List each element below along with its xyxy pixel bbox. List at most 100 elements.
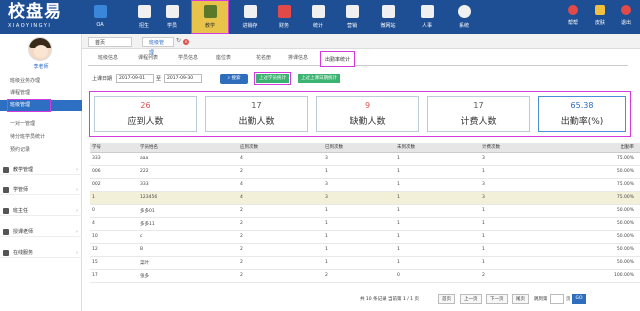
table-cell: 50.00% [560, 230, 640, 244]
nav-item-enroll[interactable]: 招生 [130, 0, 158, 34]
sidebar-group-label: 授课老师 [13, 229, 34, 235]
table-row[interactable]: 002 333 4 3 1 3 75.00% [90, 178, 640, 192]
tab-home[interactable]: 首页 [88, 37, 132, 47]
skin-button[interactable]: 皮肤 [588, 0, 612, 34]
sidebar-item-course-manage[interactable]: 课程管理 [10, 89, 30, 96]
table-cell: 1 [480, 165, 560, 179]
sidebar-group-academic-advisor[interactable]: 学管师 › [0, 185, 82, 195]
table-row[interactable]: 333 aaa 4 3 1 3 75.00% [90, 152, 640, 166]
sidebar-item-reservations[interactable]: 预约记录 [10, 146, 30, 153]
logout-button[interactable]: 退出 [614, 0, 638, 34]
page-tabs-bar: 首页 班级管理 ↻ × [82, 34, 640, 56]
sidebar-item-pending-stats[interactable]: 待分班学员统计 [10, 133, 45, 140]
date-stats-button[interactable]: 上过上课日期统计 [298, 74, 340, 83]
stat-card-expected: 26 应到人数 [94, 96, 197, 132]
table-cell: 1 [395, 152, 480, 166]
tab-course-list[interactable]: 课程列表 [138, 54, 158, 61]
column-header[interactable]: 应到次数 [238, 143, 323, 153]
table-cell: 10 [90, 230, 138, 244]
table-row[interactable]: 0 多多01 2 1 1 1 50.00% [90, 204, 640, 218]
student-stats-button[interactable]: 上过学员统计 [254, 72, 291, 85]
tab-class-info[interactable]: 班级信息 [98, 54, 118, 61]
tab-attendance-stats[interactable]: 出勤率统计 [320, 51, 356, 67]
go-button[interactable]: GO [572, 294, 586, 304]
stat-card-absent: 9 缺勤人数 [316, 96, 419, 132]
tab-class-manage[interactable]: 班级管理 [142, 37, 174, 56]
table-row[interactable]: 15 菜叶 2 1 1 1 50.00% [90, 256, 640, 270]
first-page-button[interactable]: 首页 [438, 294, 455, 304]
table-cell: 1 [323, 204, 395, 218]
table-cell: 50.00% [560, 243, 640, 257]
nav-item-student[interactable]: 学员 [158, 0, 186, 34]
chevron-right-icon: › [76, 250, 78, 256]
sidebar-group-lecturer[interactable]: 授课老师 › [0, 227, 82, 237]
nav-item-stats[interactable]: 统计 [304, 0, 332, 34]
column-header[interactable]: 已到次数 [323, 143, 395, 153]
table-row[interactable]: 1 123456 4 3 1 3 75.00% [90, 191, 640, 205]
stat-card-attendance-rate: 65.38 出勤率(%) [538, 96, 626, 132]
table-cell: 多多11 [138, 217, 238, 231]
avatar[interactable] [28, 37, 52, 61]
nav-item-inventory[interactable]: 进销存 [234, 0, 266, 34]
tab-schedule[interactable]: 排课信息 [288, 54, 308, 61]
column-header[interactable]: 学员姓名 [138, 143, 238, 153]
close-icon[interactable]: × [183, 39, 189, 45]
table-cell: 1 [480, 204, 560, 218]
table-row[interactable]: 17 张多 2 2 0 2 100.00% [90, 269, 640, 283]
search-button[interactable]: ⌕ 搜索 [220, 74, 248, 84]
oa-icon [93, 5, 107, 18]
table-cell: 3 [323, 152, 395, 166]
page-number-input[interactable] [550, 294, 564, 304]
table-cell: 2 [238, 165, 323, 179]
sidebar-item-class-manage[interactable]: 班级管理 [0, 99, 82, 112]
date-to-input[interactable]: 2017-09-30 [164, 74, 202, 83]
refresh-icon[interactable]: ↻ [176, 37, 181, 44]
tab-seat-chart[interactable]: 座位表 [216, 54, 231, 61]
table-cell: 1 [395, 217, 480, 231]
highlight-box [7, 99, 51, 112]
column-header[interactable]: 未到次数 [395, 143, 480, 153]
table-cell: 75.00% [560, 191, 640, 205]
stat-label: 计费人数 [460, 117, 497, 127]
nav-item-hr[interactable]: 人事 [413, 0, 441, 34]
nav-item-label: 微网站 [380, 23, 396, 29]
sidebar-group-head-teacher[interactable]: 班主任 › [0, 206, 82, 216]
table-cell: 50.00% [560, 217, 640, 231]
next-page-button[interactable]: 下一页 [486, 294, 508, 304]
column-header[interactable]: 学号 [90, 143, 138, 153]
table-cell: 菜叶 [138, 256, 238, 270]
table-cell: 002 [90, 178, 138, 192]
column-header[interactable]: 计费次数 [480, 143, 560, 153]
sidebar-item-one-on-one[interactable]: 一对一管理 [10, 120, 35, 127]
help-button[interactable]: 帮帮 [560, 0, 586, 34]
nav-item-microsite[interactable]: 微网站 [372, 0, 404, 34]
stat-label: 缺勤人数 [349, 117, 386, 127]
column-header[interactable]: 出勤率 [560, 143, 640, 153]
nav-item-finance[interactable]: 财务 [270, 0, 298, 34]
table-row[interactable]: 10 c 2 1 1 1 50.00% [90, 230, 640, 244]
table-cell: 2 [238, 217, 323, 231]
tab-roster[interactable]: 花名册 [256, 54, 271, 61]
nav-item-oa[interactable]: OA [86, 0, 114, 34]
table-row[interactable]: 12 B 2 1 1 1 50.00% [90, 243, 640, 257]
stat-value: 17 [251, 101, 262, 110]
tab-student-info[interactable]: 学员信息 [178, 54, 198, 61]
nav-item-system[interactable]: 系统 [450, 0, 478, 34]
table-row[interactable]: 4 多多11 2 1 1 1 50.00% [90, 217, 640, 231]
sidebar-group-teaching-manage[interactable]: 教学管理 › [0, 165, 82, 175]
nav-item-marketing[interactable]: 营销 [338, 0, 366, 34]
table-cell: 333 [138, 178, 238, 192]
date-from-input[interactable]: 2017-09-01 [116, 74, 154, 83]
sidebar-item-class-business[interactable]: 班级业务办理 [10, 77, 40, 84]
chevron-right-icon: › [76, 229, 78, 235]
stat-label: 出勤率(%) [560, 117, 604, 127]
table-cell: 333 [90, 152, 138, 166]
last-page-button[interactable]: 尾页 [512, 294, 529, 304]
table-cell: 3 [480, 152, 560, 166]
skin-label: 皮肤 [594, 20, 605, 26]
nav-item-teaching[interactable]: 教学 [191, 0, 229, 34]
table-row[interactable]: 006 222 2 1 1 1 50.00% [90, 165, 640, 179]
sidebar-group-online-service[interactable]: 在线服务 › [0, 248, 82, 258]
stats-icon [311, 5, 325, 18]
prev-page-button[interactable]: 上一页 [460, 294, 482, 304]
